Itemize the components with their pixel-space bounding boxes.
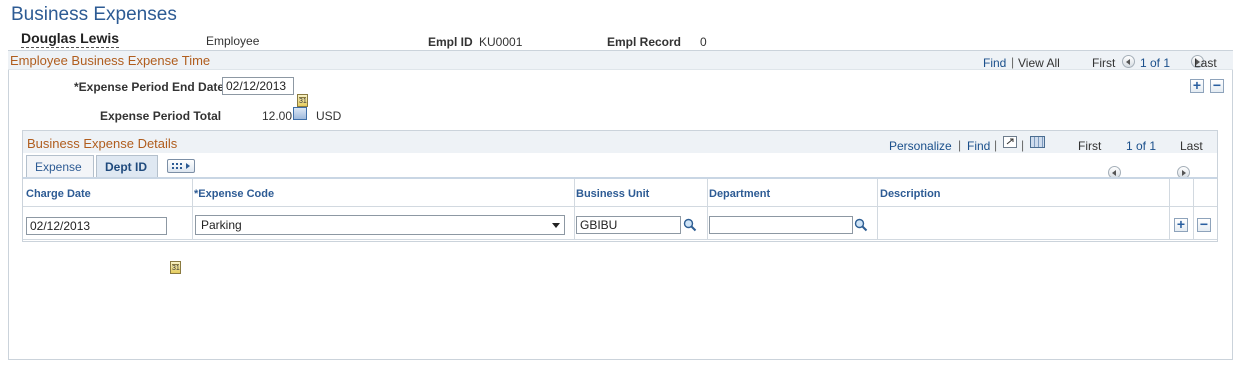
inner-row-count: 1 of 1 <box>1126 139 1157 153</box>
period-end-label: *Expense Period End Date <box>74 80 225 94</box>
outer-row-count: 1 of 1 <box>1140 56 1171 70</box>
search-icon[interactable] <box>854 218 868 232</box>
page-title: Business Expenses <box>11 4 177 25</box>
charge-date-input[interactable] <box>26 217 167 235</box>
tab-expense[interactable]: Expense <box>26 155 94 177</box>
employee-role: Employee <box>206 34 260 48</box>
outer-delete-row-button[interactable]: − <box>1210 78 1224 93</box>
grid-download-icon[interactable] <box>1030 136 1045 148</box>
outer-add-row-button[interactable]: + <box>1190 78 1204 93</box>
department-input[interactable] <box>709 216 853 234</box>
column-divider <box>707 179 708 240</box>
personalize-link[interactable]: Personalize <box>889 139 952 153</box>
expense-time-section-title: Employee Business Expense Time <box>10 53 211 68</box>
business-unit-input[interactable] <box>576 216 681 234</box>
nav-separator: | <box>958 138 962 152</box>
employee-name[interactable]: Douglas Lewis <box>21 30 120 48</box>
show-all-columns-icon[interactable] <box>167 159 195 173</box>
calendar-icon[interactable] <box>170 260 181 274</box>
inner-last-label: Last <box>1180 139 1203 153</box>
period-total-label: Expense Period Total <box>100 109 222 123</box>
currency-code: USD <box>316 109 342 123</box>
column-divider <box>1169 179 1170 240</box>
calculator-icon[interactable] <box>293 107 307 120</box>
empl-id-value: KU0001 <box>479 35 523 49</box>
grid-row-divider <box>23 239 1217 240</box>
expense-details-section-title: Business Expense Details <box>27 136 178 151</box>
chevron-down-icon <box>552 223 560 228</box>
inner-first-label: First <box>1078 139 1102 153</box>
outer-first-label: First <box>1092 56 1116 70</box>
outer-last-label: Last <box>1194 56 1217 70</box>
tab-dept-id[interactable]: Dept ID <box>96 155 158 177</box>
period-total-value: 12.00 <box>262 109 293 123</box>
nav-separator: | <box>1021 138 1025 152</box>
empl-record-label: Empl Record <box>607 35 682 49</box>
inner-find-link[interactable]: Find <box>967 139 990 153</box>
column-divider <box>574 179 575 240</box>
column-header-department[interactable]: Department <box>709 188 770 200</box>
outer-view-all-link[interactable]: View All <box>1018 56 1060 70</box>
search-icon[interactable] <box>683 218 697 232</box>
column-divider <box>192 179 193 240</box>
nav-separator: | <box>994 138 998 152</box>
column-header-business-unit[interactable]: Business Unit <box>576 188 649 200</box>
column-header-expense-code[interactable]: *Expense Code <box>194 188 274 200</box>
column-header-description[interactable]: Description <box>880 188 941 200</box>
empl-record-value: 0 <box>700 35 707 49</box>
expense-code-select[interactable]: Parking <box>195 215 565 235</box>
expense-code-selected-value: Parking <box>201 218 242 232</box>
column-divider <box>877 179 878 240</box>
outer-find-link[interactable]: Find <box>983 56 1006 70</box>
new-window-icon[interactable] <box>1003 136 1017 148</box>
empl-id-label: Empl ID <box>428 35 473 49</box>
nav-separator: | <box>1011 55 1015 69</box>
row-add-button[interactable]: + <box>1174 217 1188 232</box>
column-header-charge-date[interactable]: Charge Date <box>26 188 91 200</box>
period-end-date-input[interactable] <box>222 77 294 95</box>
calendar-icon[interactable] <box>297 94 308 108</box>
row-delete-button[interactable]: − <box>1197 217 1211 232</box>
column-divider <box>1193 179 1194 240</box>
